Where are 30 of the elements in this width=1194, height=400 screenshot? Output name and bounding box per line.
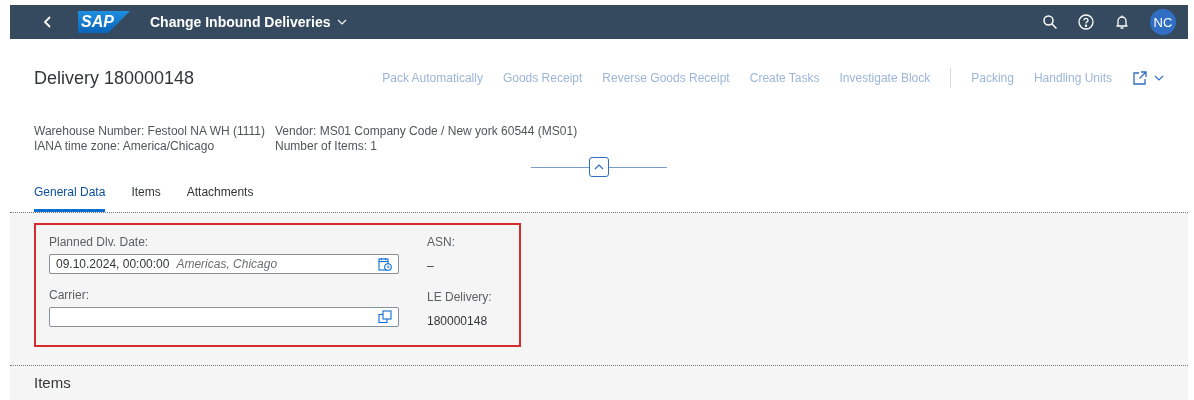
section-title: Items — [34, 374, 71, 391]
header-attribute: Number of Items: 1 — [275, 139, 379, 154]
field-label: LE Delivery: — [427, 290, 492, 304]
value-help-icon[interactable] — [378, 310, 392, 324]
header-attribute: IANA time zone: America/Chicago — [34, 139, 216, 154]
caret-icon[interactable] — [1154, 73, 1164, 83]
search-icon[interactable] — [1042, 14, 1058, 30]
calendar-clock-icon[interactable] — [378, 257, 392, 271]
field-label: Planned Dlv. Date: — [49, 235, 150, 249]
field-label: Carrier: — [49, 288, 90, 302]
timezone-text: Americas, Chicago — [176, 257, 278, 271]
tab[interactable]: Attachments — [186, 185, 254, 212]
app-title[interactable]: Change Inbound Deliveries — [150, 14, 331, 30]
share-icon[interactable] — [1132, 70, 1148, 86]
logo: SAP — [78, 11, 130, 33]
tab[interactable]: Items — [131, 185, 161, 212]
header-attribute: Warehouse Number: Festool NA WH (1111) — [34, 124, 265, 139]
field-value: 09.10.2024, 00:00:00 — [56, 257, 170, 271]
user-avatar[interactable]: NC — [1150, 9, 1176, 35]
page-title: Delivery 180000148 — [34, 67, 195, 89]
field-value: – — [427, 259, 435, 273]
bell-icon[interactable] — [1114, 14, 1130, 30]
collapse-icon — [594, 162, 604, 172]
help-icon[interactable] — [1078, 14, 1094, 30]
field-label: ASN: — [427, 235, 456, 249]
input-field[interactable]: 09.10.2024, 00:00:00 Americas, Chicago — [49, 254, 399, 274]
collapse-header-button[interactable] — [589, 157, 609, 177]
field-value: 180000148 — [427, 314, 489, 328]
input-field[interactable] — [49, 307, 399, 327]
header-attribute: Vendor: MS01 Company Code / New york 60544 (MS01) — [275, 124, 578, 139]
